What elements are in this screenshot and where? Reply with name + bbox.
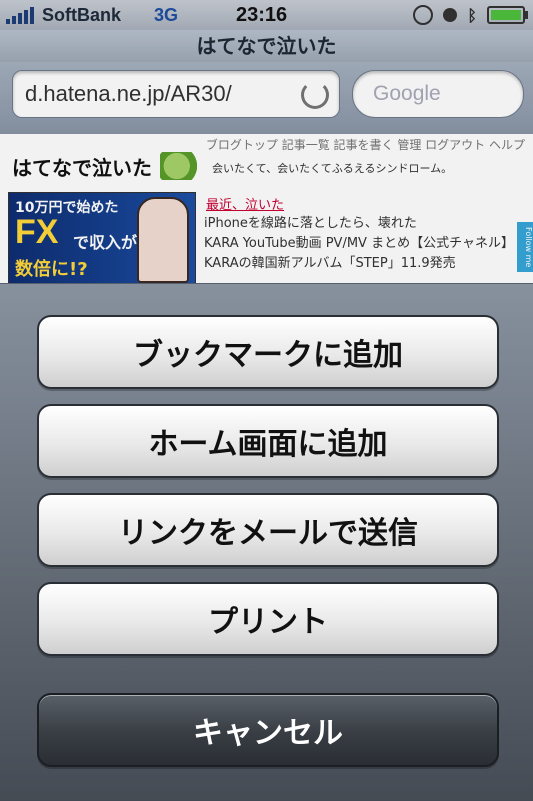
mail-link-button[interactable]: リンクをメールで送信 bbox=[37, 493, 499, 567]
print-button[interactable]: プリント bbox=[37, 582, 499, 656]
add-bookmark-button[interactable]: ブックマークに追加 bbox=[37, 315, 499, 389]
cancel-button[interactable]: キャンセル bbox=[37, 693, 499, 767]
add-to-home-screen-button[interactable]: ホーム画面に追加 bbox=[37, 404, 499, 478]
